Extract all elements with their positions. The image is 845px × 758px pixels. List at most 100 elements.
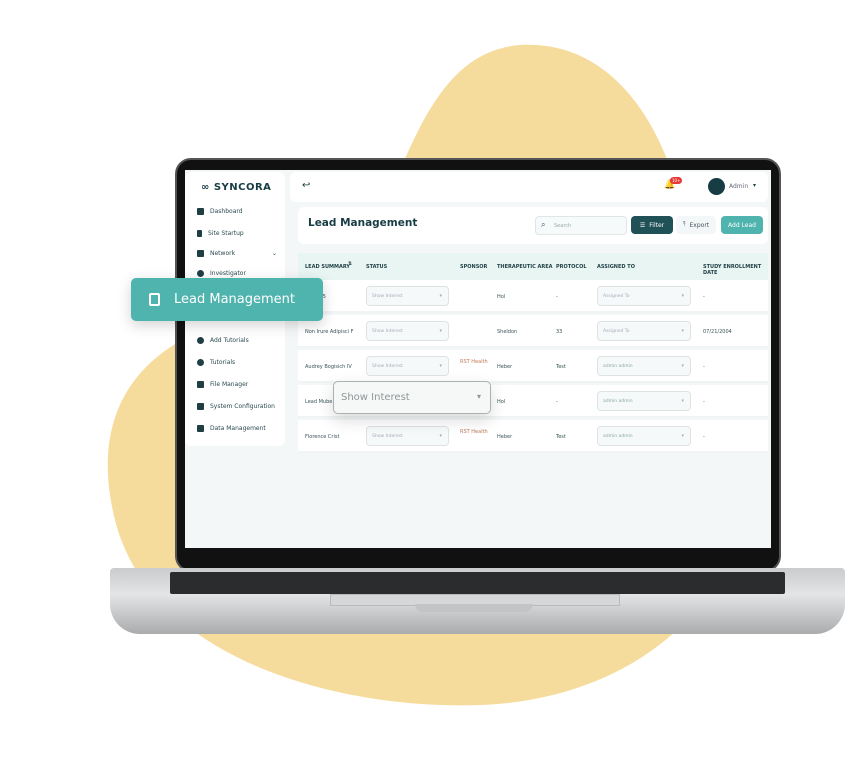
status-select[interactable]: Show Interest [366,321,449,341]
brand-name: SYNCORA [213,182,272,193]
status-select[interactable]: Show Interest [366,286,449,306]
assigned-to-select[interactable]: Assigned To [597,321,691,341]
status-select[interactable]: Show Interest [366,356,449,376]
label: Network [210,250,236,257]
protocol: 33 [556,329,563,335]
add-lead-button[interactable]: Add Lead [721,216,763,234]
folder-icon [197,381,204,388]
play-icon [197,337,204,344]
label: Add Tutorials [210,337,249,344]
caret-down-icon: ▾ [476,392,481,401]
col-therapeutic-area: THERAPEUTIC AREA [497,264,553,270]
therapeutic-area: Hol [497,294,506,300]
table-header: LEAD SUMMARY ⇅ STATUS SPONSOR THERAPEUTI… [298,253,768,280]
person-icon [197,270,204,277]
table-row[interactable]: Non Irure Adipisci F Show Interest Sheld… [298,315,768,348]
phone-icon [197,230,202,237]
callout-status-dropdown[interactable]: Show Interest ▾ [333,381,491,414]
caret-down-icon: ▾ [753,182,757,189]
lead-summary[interactable]: Florence Crist [305,434,339,440]
sidebar-item-system-configuration[interactable]: System Configuration [197,403,275,410]
search-placeholder: Search [554,223,572,229]
notification-badge: 10+ [670,177,683,184]
sidebar-item-site-startup[interactable]: Site Startup [197,230,244,237]
value: Assigned To [603,329,630,334]
database-icon [197,425,204,432]
label: Tutorials [210,359,236,366]
label: Add Lead [728,221,756,229]
grid-icon [197,208,204,215]
label: Filter [649,221,665,229]
value: Assigned To [603,294,630,299]
sidebar-item-dashboard[interactable]: Dashboard [197,208,243,215]
filter-button[interactable]: ☰ Filter [631,216,673,234]
page-header: Lead Management ⌕ Search ☰ Filter ⤒ Export … [298,207,768,244]
value: admin admin [603,399,633,404]
assigned-to-select[interactable]: Assigned To [597,286,691,306]
assigned-to-select[interactable]: admin admin [597,426,691,446]
sidebar-item-tutorials[interactable]: Tutorials [197,359,235,366]
therapeutic-area: Heber [497,364,513,370]
gear-icon [197,403,204,410]
back-icon[interactable]: ↩ [302,180,310,191]
label: Investigator [210,270,246,277]
chevron-down-icon: ⌄ [271,250,277,257]
protocol: Test [556,434,566,440]
value: Show Interest [372,329,403,334]
lead-summary[interactable]: Non Irure Adipisci F [305,329,354,335]
label: System Configuration [210,403,275,410]
user-menu[interactable]: Admin [729,183,748,190]
protocol: Test [556,364,566,370]
status-select[interactable]: Show Interest [366,426,449,446]
avatar[interactable] [708,178,725,195]
enrollment-date: 07/21/2004 [703,329,732,335]
table-row[interactable]: Test 115 Show Interest Hol - Assigned To… [298,280,768,313]
keyboard [170,572,785,594]
brand-logo: ∞ SYNCORA [201,182,271,193]
lead-summary[interactable]: Lead Mube [305,399,332,405]
sidebar-item-add-tutorials[interactable]: Add Tutorials [197,337,249,344]
enrollment-date: - [703,364,705,370]
sidebar-item-file-manager[interactable]: File Manager [197,381,248,388]
callout-lead-management[interactable]: Lead Management [131,278,323,321]
table-row[interactable]: Audrey Bogisich IV Show Interest RST Hea… [298,350,768,383]
document-icon [149,293,160,306]
label: Site Startup [208,230,244,237]
value: Show Interest [372,434,403,439]
label: Show Interest [341,392,410,403]
col-lead-summary[interactable]: LEAD SUMMARY [305,264,350,270]
value: admin admin [603,434,633,439]
col-enrollment-date: STUDY ENROLLMENT DATE [703,264,762,276]
assigned-to-select[interactable]: admin admin [597,391,691,411]
enrollment-date: - [703,399,705,405]
sort-icon[interactable]: ⇅ [348,261,352,267]
sponsor: RST Health [460,429,488,435]
sidebar-item-investigator[interactable]: Investigator [197,270,246,277]
sponsor: RST Health [460,359,488,365]
value: Show Interest [372,294,403,299]
sidebar-item-network[interactable]: Network ⌄ [197,250,277,257]
logo-icon: ∞ [201,182,214,193]
label: Data Management [210,425,266,432]
search-input[interactable]: ⌕ Search [535,216,627,235]
label: Lead Management [174,292,295,307]
page-title: Lead Management [308,217,418,229]
col-status: STATUS [366,264,388,270]
enrollment-date: - [703,434,705,440]
col-sponsor: SPONSOR [460,264,488,270]
label: Export [689,221,710,229]
therapeutic-area: Hol [497,399,506,405]
upload-icon: ⤒ [682,221,686,228]
play-icon [197,359,204,366]
app-screen: ∞ SYNCORA Dashboard Site Startup Network… [185,170,771,548]
lead-summary[interactable]: Audrey Bogisich IV [305,364,352,370]
sidebar-item-data-management[interactable]: Data Management [197,425,266,432]
filter-icon: ☰ [639,221,646,229]
export-button[interactable]: ⤒ Export [676,216,716,234]
assigned-to-select[interactable]: admin admin [597,356,691,376]
col-assigned-to: ASSIGNED TO [597,264,635,270]
value: admin admin [603,364,633,369]
table-row[interactable]: Florence Crist Show Interest RST Health … [298,420,768,453]
search-icon: ⌕ [541,220,546,229]
value: Show Interest [372,364,403,369]
